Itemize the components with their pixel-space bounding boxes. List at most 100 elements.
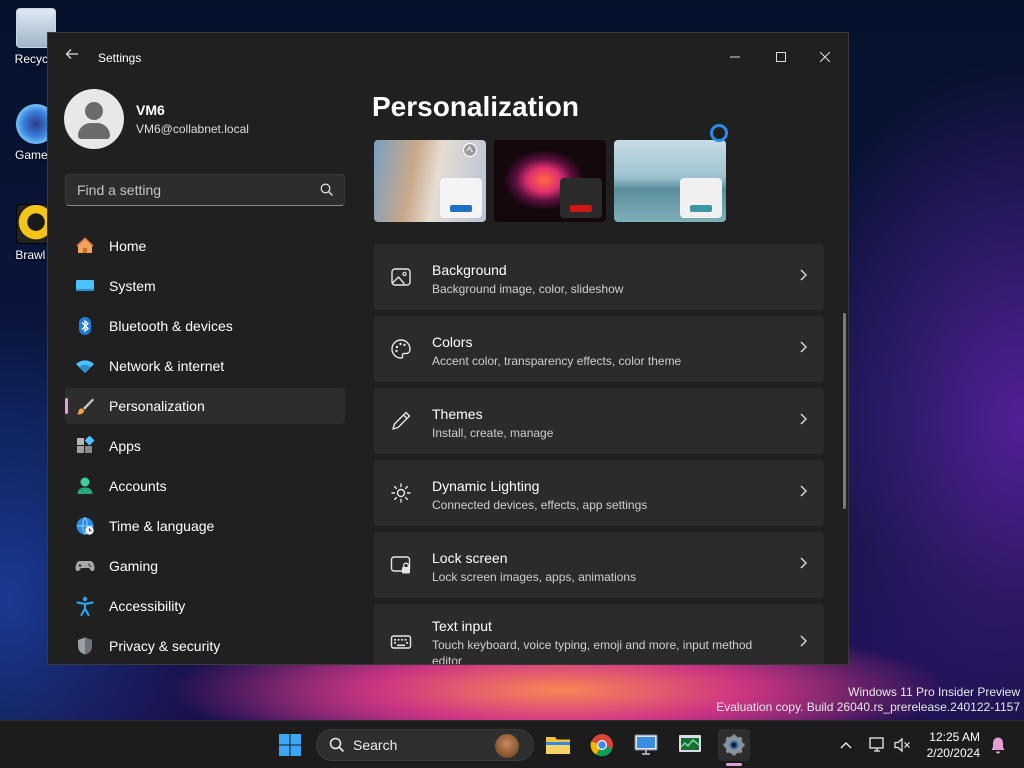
settings-card-list: Background Background image, color, slid… bbox=[374, 244, 824, 665]
theme-thumbnail[interactable] bbox=[614, 140, 726, 222]
search-icon[interactable] bbox=[320, 183, 334, 202]
sidebar-item-bluetooth[interactable]: Bluetooth & devices bbox=[65, 308, 345, 344]
sidebar-item-label: System bbox=[109, 278, 156, 294]
close-icon bbox=[820, 52, 830, 62]
minimize-button[interactable] bbox=[712, 41, 758, 73]
remote-desktop-icon bbox=[634, 734, 658, 755]
sidebar-item-accessibility[interactable]: Accessibility bbox=[65, 588, 345, 624]
theme-thumbnail[interactable] bbox=[494, 140, 606, 222]
volume-muted-icon bbox=[894, 737, 910, 753]
active-app-indicator bbox=[726, 763, 742, 766]
sidebar-item-home[interactable]: Home bbox=[65, 228, 345, 264]
find-setting-search[interactable] bbox=[65, 174, 345, 206]
sidebar-item-label: Privacy & security bbox=[109, 638, 221, 654]
sidebar-item-label: Time & language bbox=[109, 518, 215, 534]
sidebar-item-label: Accounts bbox=[109, 478, 167, 494]
sidebar-nav: Home System Bluetooth & devices Network … bbox=[65, 228, 345, 664]
settings-window: Settings VM6 VM6@collabnet.local Find a … bbox=[47, 32, 849, 665]
dynamic-lighting-icon bbox=[391, 483, 411, 503]
search-highlight-icon bbox=[495, 734, 519, 758]
palette-icon bbox=[391, 339, 411, 359]
taskbar-settings[interactable] bbox=[718, 729, 750, 761]
clock-date: 2/20/2024 bbox=[926, 746, 980, 760]
taskbar-search[interactable]: Search bbox=[316, 729, 534, 761]
taskbar-chrome[interactable] bbox=[586, 729, 618, 761]
tray-volume-button[interactable] bbox=[886, 729, 918, 761]
card-colors[interactable]: Colors Accent color, transparency effect… bbox=[374, 316, 824, 382]
card-subtitle: Touch keyboard, voice typing, emoji and … bbox=[432, 638, 753, 665]
sidebar-item-privacy-security[interactable]: Privacy & security bbox=[65, 628, 345, 664]
taskbar-task-manager[interactable] bbox=[674, 729, 706, 761]
system-icon bbox=[75, 276, 95, 296]
chrome-icon bbox=[590, 734, 613, 757]
chevron-right-icon bbox=[798, 484, 808, 500]
card-title: Dynamic Lighting bbox=[432, 478, 540, 494]
sidebar-item-label: Network & internet bbox=[109, 358, 225, 374]
network-icon bbox=[75, 356, 95, 376]
gamepad-icon bbox=[75, 556, 95, 576]
show-hidden-icons-button[interactable] bbox=[830, 729, 862, 761]
sidebar-item-apps[interactable]: Apps bbox=[65, 428, 345, 464]
card-background[interactable]: Background Background image, color, slid… bbox=[374, 244, 824, 310]
user-profile[interactable]: VM6 VM6@collabnet.local bbox=[64, 89, 249, 149]
theme-preview-window bbox=[560, 178, 602, 218]
title-bar[interactable]: Settings bbox=[48, 33, 848, 81]
search-icon bbox=[329, 737, 345, 753]
brush-icon bbox=[75, 396, 95, 416]
taskbar-file-explorer[interactable] bbox=[542, 729, 574, 761]
card-lock-screen[interactable]: Lock screen Lock screen images, apps, an… bbox=[374, 532, 824, 598]
gear-icon bbox=[723, 734, 745, 756]
taskbar-remote-desktop[interactable] bbox=[630, 729, 662, 761]
card-text-input[interactable]: Text input Touch keyboard, voice typing,… bbox=[374, 604, 824, 665]
folder-icon bbox=[546, 737, 570, 754]
theme-preview-window bbox=[440, 178, 482, 218]
card-title: Lock screen bbox=[432, 550, 508, 566]
sidebar-item-label: Home bbox=[109, 238, 147, 254]
card-themes[interactable]: Themes Install, create, manage bbox=[374, 388, 824, 454]
sidebar-item-time-language[interactable]: Time & language bbox=[65, 508, 345, 544]
notifications-button[interactable] bbox=[982, 729, 1014, 761]
accessibility-icon bbox=[75, 596, 95, 616]
sidebar-item-personalization[interactable]: Personalization bbox=[65, 388, 345, 424]
chevron-right-icon bbox=[798, 268, 808, 284]
theme-thumbnail[interactable] bbox=[374, 140, 486, 222]
chevron-right-icon bbox=[798, 412, 808, 428]
clock-time: 12:25 AM bbox=[929, 730, 980, 744]
card-subtitle: Accent color, transparency effects, colo… bbox=[432, 354, 682, 368]
sidebar-item-label: Personalization bbox=[109, 398, 205, 414]
card-subtitle: Background image, color, slideshow bbox=[432, 282, 624, 296]
apps-icon bbox=[75, 436, 95, 456]
scrollbar[interactable] bbox=[843, 313, 846, 509]
sidebar-item-label: Accessibility bbox=[109, 598, 186, 614]
image-icon bbox=[391, 268, 411, 286]
back-button[interactable] bbox=[62, 47, 82, 67]
maximize-icon bbox=[776, 52, 786, 62]
card-subtitle: Connected devices, effects, app settings bbox=[432, 498, 648, 512]
sidebar-item-network[interactable]: Network & internet bbox=[65, 348, 345, 384]
avatar bbox=[64, 89, 124, 149]
taskbar: Search 12:25 AM 2/20/2024 bbox=[0, 720, 1024, 768]
arrow-left-icon bbox=[65, 49, 78, 59]
bell-icon bbox=[991, 737, 1005, 754]
start-button[interactable] bbox=[274, 729, 306, 761]
close-button[interactable] bbox=[802, 41, 848, 73]
watermark-line1: Windows 11 Pro Insider Preview bbox=[848, 685, 1020, 699]
card-dynamic-lighting[interactable]: Dynamic Lighting Connected devices, effe… bbox=[374, 460, 824, 526]
windows-logo-icon bbox=[279, 734, 301, 756]
chevron-right-icon bbox=[798, 340, 808, 356]
profile-email: VM6@collabnet.local bbox=[136, 122, 249, 136]
minimize-icon bbox=[730, 56, 740, 58]
selected-theme-indicator bbox=[710, 124, 728, 142]
tray-clock[interactable]: 12:25 AM 2/20/2024 bbox=[927, 729, 980, 761]
sidebar-item-gaming[interactable]: Gaming bbox=[65, 548, 345, 584]
maximize-button[interactable] bbox=[758, 41, 804, 73]
taskbar-search-label: Search bbox=[353, 737, 398, 753]
search-input[interactable] bbox=[66, 175, 344, 205]
sidebar-item-system[interactable]: System bbox=[65, 268, 345, 304]
card-title: Colors bbox=[432, 334, 473, 350]
accounts-icon bbox=[75, 476, 95, 496]
page-title: Personalization bbox=[372, 91, 579, 122]
sidebar-item-accounts[interactable]: Accounts bbox=[65, 468, 345, 504]
watermark-line2: Evaluation copy. Build 26040.rs_prerelea… bbox=[716, 700, 1020, 714]
chevron-up-icon bbox=[840, 742, 852, 749]
